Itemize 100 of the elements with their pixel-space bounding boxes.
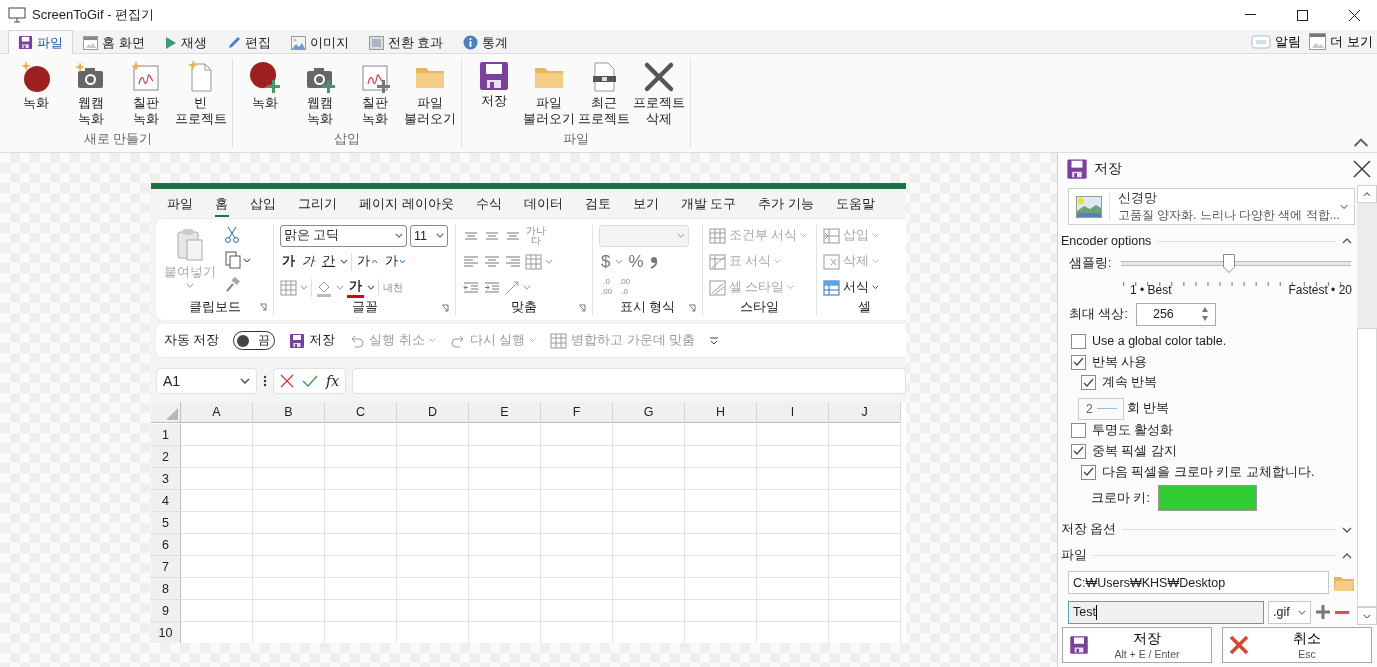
autosave-toggle[interactable]: 끔 xyxy=(233,331,276,350)
ribbon-button[interactable]: 칠판 녹화 xyxy=(118,58,173,131)
ribbon-tab[interactable]: 이미지 xyxy=(280,30,359,54)
font-color-button[interactable]: 가 xyxy=(347,277,364,298)
column-header[interactable]: E xyxy=(469,402,541,423)
row-header[interactable]: 2 xyxy=(151,446,181,468)
bold-button[interactable]: 가 xyxy=(280,250,297,273)
menu-tab[interactable]: 파일 xyxy=(167,191,193,217)
cells-menu-button[interactable]: 서식 xyxy=(823,276,879,299)
max-colors-spinner[interactable]: 256 xyxy=(1135,302,1216,326)
name-box[interactable]: A1 xyxy=(156,367,257,394)
checkbox[interactable] xyxy=(1071,423,1086,439)
ribbon-tab[interactable]: 전환 효과 xyxy=(358,30,454,54)
column-header[interactable]: A xyxy=(181,402,253,423)
preset-select[interactable]: 신경망 고품질 양자화. 느리나 다양한 색에 적합... xyxy=(1068,188,1355,225)
grid-cell xyxy=(685,424,757,446)
row-header[interactable]: 7 xyxy=(151,556,181,578)
row-header[interactable]: 1 xyxy=(151,424,181,446)
column-header[interactable]: B xyxy=(253,402,325,423)
ribbon-button[interactable]: 빈 프로젝트 xyxy=(173,58,228,131)
filename-field[interactable]: Test xyxy=(1068,600,1264,624)
checkbox[interactable] xyxy=(1081,464,1096,480)
ribbon-tab[interactable]: 편집 xyxy=(216,30,281,54)
column-header[interactable]: H xyxy=(685,402,757,423)
toolbar-button[interactable]: 알림 xyxy=(1247,30,1306,53)
folder-path-field[interactable]: C:₩Users₩KHS₩Desktop xyxy=(1068,571,1330,595)
formula-input[interactable] xyxy=(352,367,906,394)
slider-thumb[interactable] xyxy=(1223,253,1236,273)
row-header[interactable]: 4 xyxy=(151,490,181,512)
section-toggle[interactable] xyxy=(1342,238,1352,244)
row-header[interactable]: 5 xyxy=(151,512,181,534)
scroll-up-button[interactable] xyxy=(1357,185,1377,203)
ribbon-button[interactable]: 저장 xyxy=(466,58,521,131)
chevron-down-icon xyxy=(367,285,375,290)
ribbon-button[interactable]: 웹캠 녹화 xyxy=(63,58,118,131)
ribbon-tab[interactable]: 홈 화면 xyxy=(73,30,155,54)
decrease-decimal-button[interactable]: .00 .0 xyxy=(617,276,633,299)
ribbon-button[interactable]: 파일 불러오기 xyxy=(521,58,576,131)
menu-tab[interactable]: 수식 xyxy=(475,191,502,217)
menu-tab[interactable]: 삽입 xyxy=(250,191,276,217)
font-size-select[interactable]: 11 xyxy=(410,224,448,247)
menu-tab[interactable]: 도움말 xyxy=(835,191,875,217)
ribbon-button[interactable]: 프로젝트 삭제 xyxy=(631,58,686,131)
grid-cell xyxy=(325,556,397,578)
ribbon-button[interactable]: 녹화 xyxy=(8,58,63,131)
menu-tab[interactable]: 페이지 레이아웃 xyxy=(359,191,454,217)
column-header[interactable]: F xyxy=(541,402,613,423)
column-header[interactable]: I xyxy=(757,402,829,423)
row-header[interactable]: 3 xyxy=(151,468,181,490)
scroll-thumb[interactable] xyxy=(1357,328,1377,607)
checkbox[interactable] xyxy=(1081,375,1096,391)
italic-button[interactable]: 가 xyxy=(300,250,317,273)
menu-tab[interactable]: 데이터 xyxy=(523,191,563,217)
column-header[interactable]: C xyxy=(325,402,397,423)
add-button[interactable] xyxy=(1315,604,1331,621)
ribbon-button[interactable]: 파일 불러오기 xyxy=(402,58,457,131)
row-header[interactable]: 10 xyxy=(151,622,181,643)
ribbon-button[interactable]: 칠판 녹화 xyxy=(347,58,402,131)
remove-button[interactable] xyxy=(1335,610,1349,614)
extension-select[interactable]: .gif xyxy=(1268,600,1311,624)
row-header[interactable]: 6 xyxy=(151,534,181,556)
close-button[interactable] xyxy=(1351,158,1373,180)
collapse-ribbon-button[interactable] xyxy=(1353,138,1369,148)
checkbox[interactable] xyxy=(1071,333,1086,349)
increase-decimal-button[interactable]: .0 .00 xyxy=(599,276,615,299)
column-header[interactable]: G xyxy=(613,402,685,423)
ribbon-tab[interactable]: 재생 xyxy=(154,30,217,54)
percent-button[interactable]: % xyxy=(626,250,646,273)
toolbar-button[interactable]: 더 보기 xyxy=(1305,30,1377,53)
menu-tab[interactable]: 추가 기능 xyxy=(758,191,814,217)
save-button[interactable]: 저장 xyxy=(289,332,336,349)
section-toggle[interactable] xyxy=(1342,526,1352,533)
underline-button[interactable]: 간 xyxy=(320,250,337,273)
menu-tab[interactable]: 그리기 xyxy=(298,191,337,217)
currency-button[interactable]: $ xyxy=(599,250,613,273)
row-header[interactable]: 8 xyxy=(151,578,181,600)
cancel-button[interactable]: 취소 Esc xyxy=(1222,627,1372,663)
color-swatch[interactable] xyxy=(1157,485,1257,512)
menu-tab[interactable]: 보기 xyxy=(632,191,659,217)
column-header[interactable]: D xyxy=(397,402,469,423)
font-name-select[interactable]: 맑은 고딕 xyxy=(280,224,407,247)
checkbox[interactable] xyxy=(1071,354,1086,370)
checkbox[interactable] xyxy=(1071,444,1086,459)
menu-tab[interactable]: 개발 도구 xyxy=(680,191,737,217)
save-button[interactable]: 저장 Alt + E / Enter xyxy=(1062,627,1212,663)
column-header[interactable]: J xyxy=(829,402,901,423)
ribbon-button[interactable]: 녹화 xyxy=(237,58,292,131)
ribbon-button[interactable]: 웹캠 녹화 xyxy=(292,58,347,131)
section-toggle[interactable] xyxy=(1342,552,1352,559)
menu-tab[interactable]: 홈 xyxy=(215,191,228,217)
ribbon-tab[interactable]: 통계 xyxy=(453,30,519,54)
copy-button[interactable] xyxy=(222,249,253,271)
grid-cell xyxy=(613,556,685,578)
grow-font-button[interactable]: 가 xyxy=(355,250,380,273)
ribbon-tab[interactable]: 파일 xyxy=(8,30,73,54)
ribbon-button[interactable]: 최근 프로젝트 xyxy=(576,58,631,131)
shrink-font-button[interactable]: 가 xyxy=(383,250,408,273)
insert-function-button[interactable]: fx xyxy=(326,372,340,389)
menu-tab[interactable]: 검토 xyxy=(584,191,611,217)
row-header[interactable]: 9 xyxy=(151,600,181,622)
